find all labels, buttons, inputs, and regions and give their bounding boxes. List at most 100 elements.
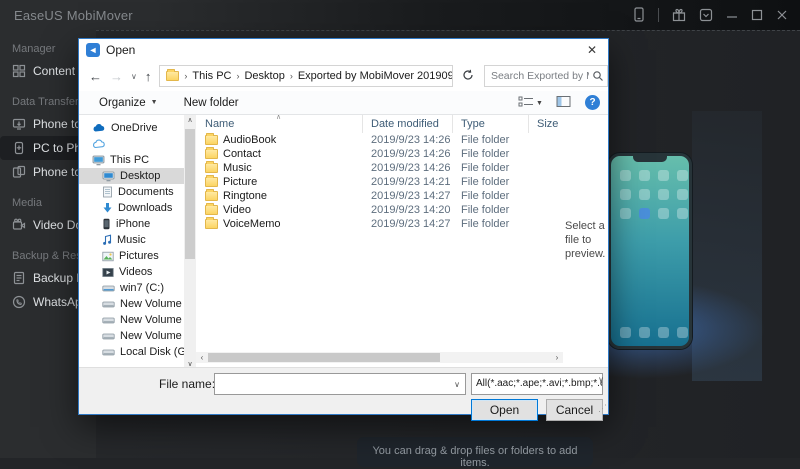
file-row-picture[interactable]: Picture 2019/9/23 14:21 File folder — [196, 175, 563, 189]
tree-item-iphone[interactable]: iPhone — [79, 216, 184, 232]
up-icon[interactable]: ↑ — [145, 69, 152, 84]
gift-icon[interactable] — [672, 8, 686, 22]
update-menu-icon[interactable] — [699, 8, 713, 22]
tree-item-label: OneDrive — [111, 122, 157, 134]
tree-item-label: Music — [117, 234, 146, 246]
preview-pane-icon[interactable] — [556, 95, 571, 111]
organize-button[interactable]: Organize ▼ — [99, 97, 158, 109]
tree-item-cloud[interactable] — [79, 136, 184, 152]
file-row-audiobook[interactable]: AudioBook 2019/9/23 14:26 File folder — [196, 133, 563, 147]
tree-item-label: New Volume (E:) — [120, 314, 184, 326]
phone-app-grid — [620, 170, 688, 219]
sort-ascending-icon: ∧ — [276, 113, 281, 121]
column-header-size[interactable]: Size — [529, 115, 562, 133]
view-mode-icon[interactable]: ▼ — [518, 95, 542, 111]
back-icon[interactable]: ← — [89, 69, 102, 84]
tree-item-drive-e[interactable]: New Volume (E:) — [79, 312, 184, 328]
open-button[interactable]: Open — [471, 399, 538, 421]
tree-item-music[interactable]: Music — [79, 232, 184, 248]
file-list-header: ∧ Name Date modified Type Size — [196, 115, 563, 133]
tree-item-label: New Volume (D:) — [120, 298, 184, 310]
file-type: File folder — [453, 148, 529, 160]
horizontal-scrollbar[interactable]: ‹ › — [196, 352, 563, 363]
file-name: Contact — [223, 148, 261, 160]
preview-pane: Select a file to preview. — [561, 115, 608, 369]
maximize-icon[interactable] — [751, 9, 763, 21]
tree-item-pictures[interactable]: Pictures — [79, 248, 184, 264]
phone-app-icon — [677, 327, 688, 338]
file-row-music[interactable]: Music 2019/9/23 14:26 File folder — [196, 161, 563, 175]
column-header-date[interactable]: Date modified — [363, 115, 453, 133]
search-input[interactable] — [485, 66, 607, 86]
new-folder-button[interactable]: New folder — [184, 97, 239, 109]
tree-item-label: Documents — [118, 186, 174, 198]
address-bar[interactable]: › This PC › Desktop › Exported by MobiMo… — [159, 65, 452, 87]
music-icon — [102, 234, 112, 246]
file-name-chevron-icon[interactable]: ∨ — [454, 380, 460, 389]
dialog-titlebar[interactable]: ◄ Open ✕ — [79, 39, 608, 61]
tree-item-desktop[interactable]: Desktop — [79, 168, 184, 184]
tree-item-onedrive[interactable]: OneDrive — [79, 120, 184, 136]
folder-icon — [205, 191, 218, 201]
file-date: 2019/9/23 14:26 — [363, 148, 453, 160]
tree-item-drive-d[interactable]: New Volume (D:) — [79, 296, 184, 312]
breadcrumb-exported-folder[interactable]: Exported by MobiMover 20190923(2) — [298, 70, 453, 82]
phone-app-icon — [620, 208, 631, 219]
folder-icon — [205, 205, 218, 215]
phone-app-icon — [639, 327, 650, 338]
recent-locations-chevron-icon[interactable]: ∨ — [131, 72, 137, 81]
device-icon[interactable] — [633, 7, 645, 22]
cancel-button[interactable]: Cancel — [546, 399, 603, 421]
tree-item-label: Videos — [119, 266, 152, 278]
onedrive-cloud-icon — [92, 123, 106, 133]
column-header-type[interactable]: Type — [453, 115, 529, 133]
tree-item-videos[interactable]: Videos — [79, 264, 184, 280]
video-camera-icon — [12, 218, 26, 232]
file-name-input[interactable] — [215, 374, 465, 394]
breadcrumb-separator: › — [183, 71, 188, 81]
tree-item-this-pc[interactable]: This PC — [79, 152, 184, 168]
file-type-select[interactable]: All(*.aac;*.ape;*.avi;*.bmp;*.epu — [471, 373, 603, 395]
file-name-label: File name: — [159, 377, 215, 391]
open-dialog: ◄ Open ✕ ← → ∨ ↑ › This PC › Desktop › E… — [78, 38, 609, 415]
tree-item-downloads[interactable]: Downloads — [79, 200, 184, 216]
close-icon[interactable] — [776, 9, 788, 21]
refresh-icon[interactable] — [461, 69, 476, 84]
phone-app-icon — [658, 189, 669, 200]
scroll-up-icon[interactable]: ∧ — [184, 116, 196, 124]
file-row-voicememo[interactable]: VoiceMemo 2019/9/23 14:27 File folder — [196, 217, 563, 231]
file-date: 2019/9/23 14:20 — [363, 204, 453, 216]
tree-item-label: iPhone — [116, 218, 150, 230]
drive-icon — [102, 348, 115, 357]
file-row-video[interactable]: Video 2019/9/23 14:20 File folder — [196, 203, 563, 217]
dialog-close-icon[interactable]: ✕ — [576, 39, 608, 61]
file-name: Picture — [223, 176, 257, 188]
resize-grip[interactable]: ⋰ — [598, 403, 607, 414]
minimize-icon[interactable] — [726, 9, 738, 21]
forward-icon[interactable]: → — [110, 69, 123, 84]
tree-scrollbar-thumb[interactable] — [185, 129, 195, 259]
titlebar-divider — [658, 8, 659, 22]
dialog-title: Open — [106, 43, 135, 57]
mobimover-dialog-icon: ◄ — [86, 43, 100, 57]
tree-scrollbar[interactable]: ∧ ∨ — [184, 115, 196, 369]
phone-notch — [633, 155, 667, 162]
dialog-body: OneDrive This PC Desktop Documents Downl… — [79, 115, 608, 369]
breadcrumb-this-pc[interactable]: This PC — [192, 70, 231, 82]
tree-item-drive-c[interactable]: win7 (C:) — [79, 280, 184, 296]
tree-item-drive-g[interactable]: Local Disk (G:) — [79, 344, 184, 360]
search-icon[interactable] — [592, 70, 604, 85]
file-name: AudioBook — [223, 134, 276, 146]
file-row-contact[interactable]: Contact 2019/9/23 14:26 File folder — [196, 147, 563, 161]
dialog-toolbar: Organize ▼ New folder ▼ ? — [79, 91, 608, 115]
file-row-ringtone[interactable]: Ringtone 2019/9/23 14:27 File folder — [196, 189, 563, 203]
scroll-left-icon[interactable]: ‹ — [196, 353, 208, 362]
tree-item-drive-f[interactable]: New Volume (F:) — [79, 328, 184, 344]
breadcrumb-desktop[interactable]: Desktop — [244, 70, 284, 82]
tree-item-documents[interactable]: Documents — [79, 184, 184, 200]
horizontal-scrollbar-thumb[interactable] — [208, 353, 440, 362]
file-type-chevron-icon[interactable]: ∨ — [598, 375, 604, 384]
drag-drop-hint: You can drag & drop files or folders to … — [357, 437, 593, 467]
help-icon[interactable]: ? — [585, 95, 600, 110]
drive-icon — [102, 316, 115, 325]
